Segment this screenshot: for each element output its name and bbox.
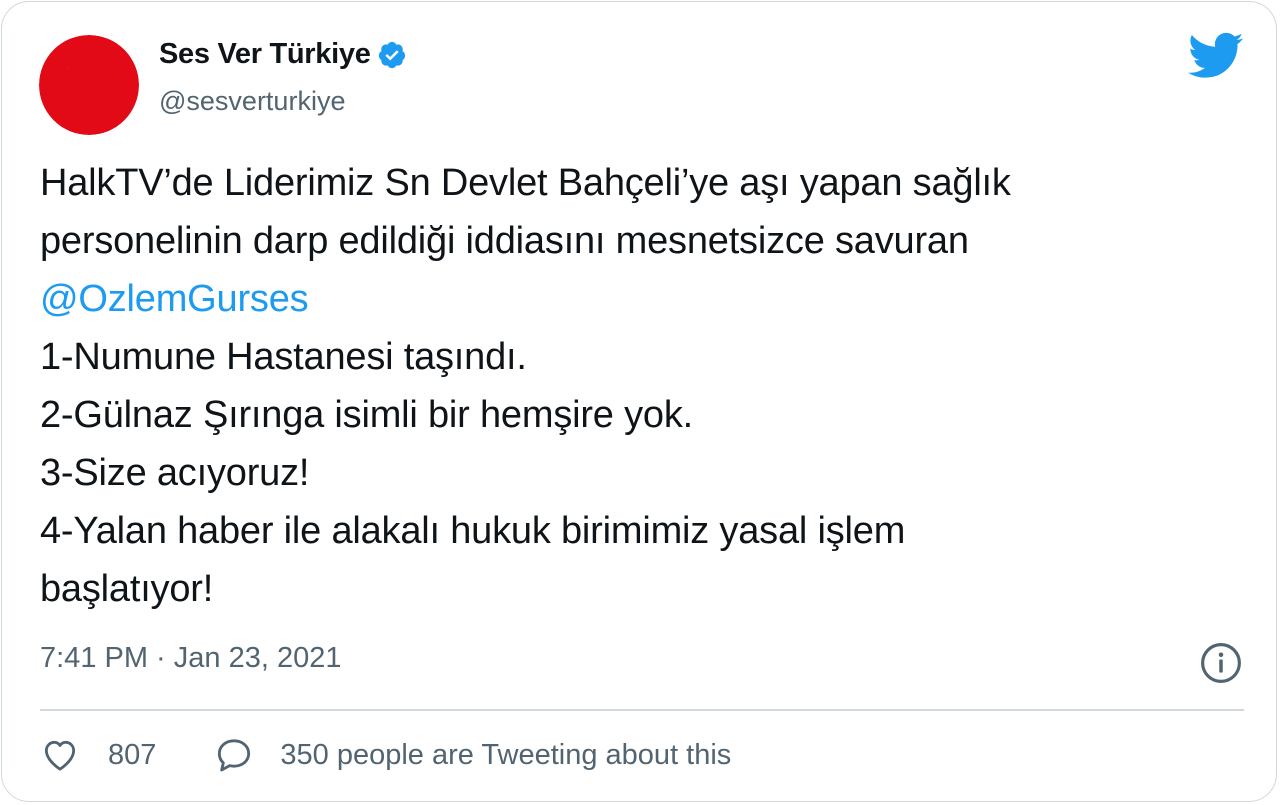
tweet-line: HalkTV’de Liderimiz Sn Devlet Bahçeli’ye…	[40, 162, 1011, 204]
heart-icon[interactable]	[40, 735, 80, 775]
reply-bubble-icon[interactable]	[214, 735, 254, 775]
account-name[interactable]: Ses Ver Türkiye	[159, 38, 371, 71]
tweet-actions: 807 350 people are Tweeting about this	[40, 735, 731, 775]
twitter-bird-icon[interactable]	[1188, 32, 1244, 80]
account-name-row[interactable]: Ses Ver Türkiye	[159, 38, 407, 71]
tweet-line: başlatıyor!	[40, 568, 214, 610]
tweet-line: 3-Size acıyoruz!	[40, 452, 310, 494]
mention-link[interactable]: @OzlemGurses	[40, 270, 1240, 328]
avatar[interactable]	[39, 35, 139, 135]
tweet-line: 2-Gülnaz Şırınga isimli bir hemşire yok.	[40, 394, 693, 436]
tweet-text: HalkTV’de Liderimiz Sn Devlet Bahçeli’ye…	[40, 154, 1240, 618]
tweet-line: 1-Numune Hastanesi taşındı.	[40, 336, 527, 378]
divider	[40, 709, 1244, 711]
tweet-card: Ses Ver Türkiye @sesverturkiye HalkTV’de…	[1, 1, 1277, 802]
tweeting-about-link[interactable]: 350 people are Tweeting about this	[280, 739, 731, 772]
like-count[interactable]: 807	[108, 739, 156, 772]
verified-badge-icon	[378, 41, 405, 68]
mhp-crescents-logo-icon	[39, 35, 139, 135]
info-icon[interactable]	[1200, 642, 1242, 684]
tweet-line: 4-Yalan haber ile alakalı hukuk birimimi…	[40, 510, 906, 552]
tweet-timestamp[interactable]: 7:41 PM · Jan 23, 2021	[40, 642, 341, 675]
tweet-line: personelinin darp edildiği iddiasını mes…	[40, 220, 969, 262]
account-handle[interactable]: @sesverturkiye	[159, 86, 345, 117]
